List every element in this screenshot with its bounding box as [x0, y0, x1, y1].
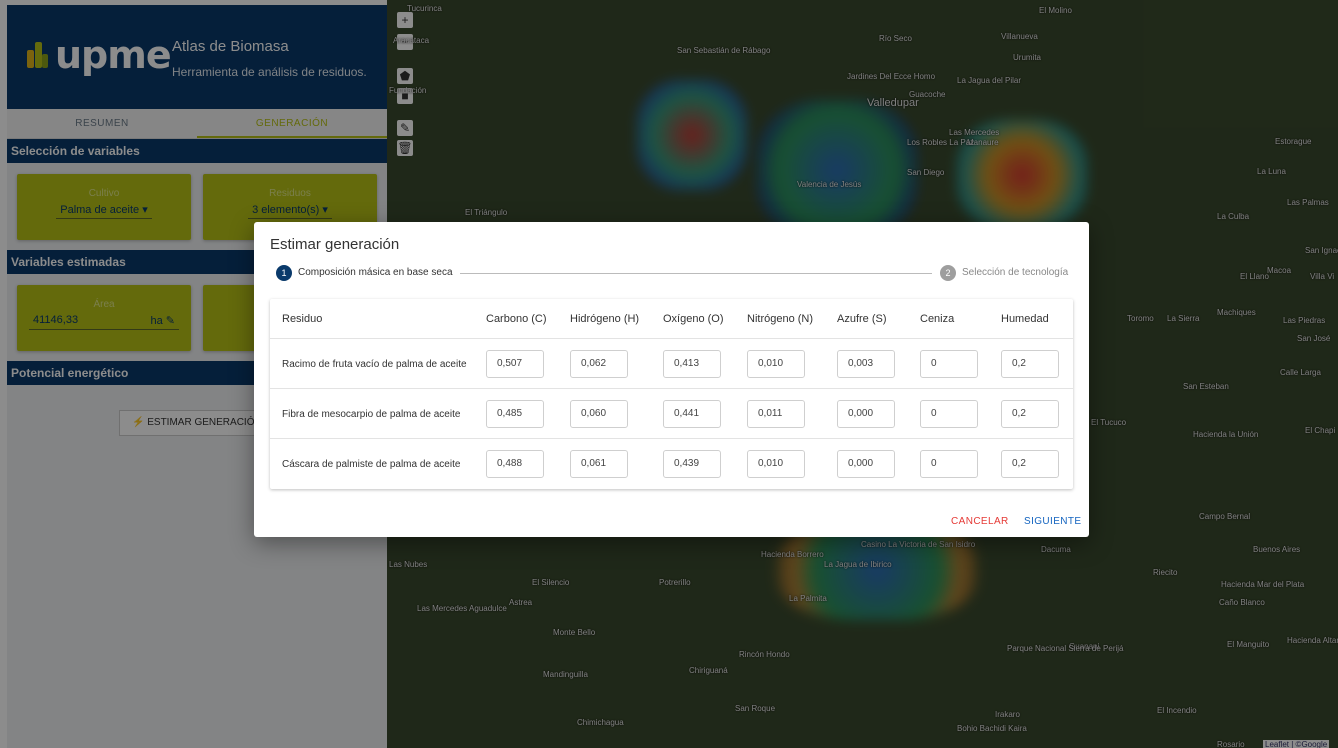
humedad-input[interactable]: 0,2 [1001, 350, 1059, 378]
hidrogeno-input[interactable]: 0,061 [570, 450, 628, 478]
nitrogeno-input[interactable]: 0,010 [747, 450, 805, 478]
carbono-input[interactable]: 0,507 [486, 350, 544, 378]
ceniza-input[interactable]: 0 [920, 450, 978, 478]
dialog-title: Estimar generación [270, 236, 400, 253]
table-row: Racimo de fruta vacío de palma de aceite… [270, 339, 1073, 389]
ceniza-input[interactable]: 0 [920, 350, 978, 378]
nitrogeno-input[interactable]: 0,011 [747, 400, 805, 428]
residuo-name: Cáscara de palmiste de palma de aceite [282, 459, 461, 470]
composition-table: Residuo Carbono (C) Hidrógeno (H) Oxígen… [270, 299, 1073, 489]
column-header: Humedad [1001, 313, 1049, 325]
humedad-input[interactable]: 0,2 [1001, 400, 1059, 428]
residuo-name: Fibra de mesocarpio de palma de aceite [282, 409, 461, 420]
column-header: Nitrógeno (N) [747, 313, 814, 325]
column-header: Residuo [282, 313, 323, 325]
column-header: Carbono (C) [486, 313, 547, 325]
step-1-label: Composición másica en base seca [298, 267, 453, 278]
column-header: Ceniza [920, 313, 955, 325]
stepper: 1 Composición másica en base seca 2 Sele… [276, 264, 1068, 282]
oxigeno-input[interactable]: 0,413 [663, 350, 721, 378]
step-1-indicator: 1 [276, 265, 292, 281]
column-header: Oxígeno (O) [663, 313, 724, 325]
nitrogeno-input[interactable]: 0,010 [747, 350, 805, 378]
estimate-dialog: Estimar generación 1 Composición másica … [254, 222, 1089, 537]
azufre-input[interactable]: 0,003 [837, 350, 895, 378]
humedad-input[interactable]: 0,2 [1001, 450, 1059, 478]
oxigeno-input[interactable]: 0,439 [663, 450, 721, 478]
carbono-input[interactable]: 0,485 [486, 400, 544, 428]
carbono-input[interactable]: 0,488 [486, 450, 544, 478]
next-button[interactable]: SIGUIENTE [1024, 516, 1082, 527]
column-header: Hidrógeno (H) [570, 313, 640, 325]
azufre-input[interactable]: 0,000 [837, 400, 895, 428]
step-2-indicator: 2 [940, 265, 956, 281]
oxigeno-input[interactable]: 0,441 [663, 400, 721, 428]
ceniza-input[interactable]: 0 [920, 400, 978, 428]
app-window: + − ⬟ ■ ✎ 🗑 Tucurinca Aracataca Fundació… [0, 0, 1338, 748]
cancel-button[interactable]: CANCELAR [951, 516, 1009, 527]
table-header-row: Residuo Carbono (C) Hidrógeno (H) Oxígen… [270, 299, 1073, 339]
hidrogeno-input[interactable]: 0,062 [570, 350, 628, 378]
residuo-name: Racimo de fruta vacío de palma de aceite [282, 359, 467, 370]
azufre-input[interactable]: 0,000 [837, 450, 895, 478]
table-row: Fibra de mesocarpio de palma de aceite 0… [270, 389, 1073, 439]
stepper-connector [460, 273, 932, 274]
column-header: Azufre (S) [837, 313, 887, 325]
hidrogeno-input[interactable]: 0,060 [570, 400, 628, 428]
step-2-label: Selección de tecnología [962, 267, 1069, 278]
table-row: Cáscara de palmiste de palma de aceite 0… [270, 439, 1073, 489]
